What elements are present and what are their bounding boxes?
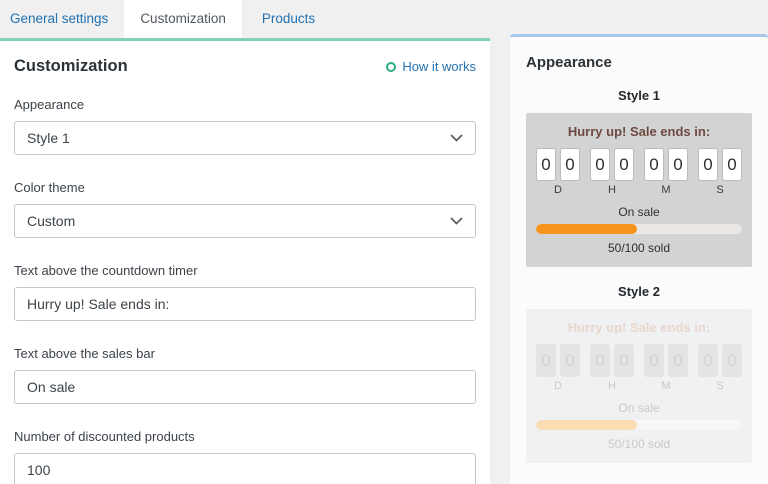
- digit-box: 0: [698, 344, 718, 377]
- countdown-digits: 0 0 D 0 0 H 0 0 M: [536, 148, 742, 196]
- how-it-works-label: How it works: [402, 59, 476, 74]
- chevron-down-icon: [450, 134, 463, 142]
- sales-progress-bar: [536, 420, 742, 430]
- digit-box: 0: [590, 148, 610, 181]
- sales-bar-text-label: Text above the sales bar: [14, 346, 476, 361]
- tab-products[interactable]: Products: [242, 0, 331, 38]
- days-unit-label: D: [536, 184, 580, 196]
- appearance-label: Appearance: [14, 97, 476, 112]
- color-theme-field-group: Color theme Custom: [14, 180, 476, 238]
- countdown-text-input[interactable]: [14, 287, 476, 321]
- how-it-works-link[interactable]: How it works: [386, 59, 476, 74]
- digit-box: 0: [668, 344, 688, 377]
- color-theme-select-value: Custom: [27, 213, 75, 229]
- digit-box: 0: [722, 344, 742, 377]
- customization-settings-panel: Customization How it works Appearance St…: [0, 38, 490, 484]
- minutes-unit-label: M: [644, 184, 688, 196]
- plugin-settings-screen: General settings Customization Products …: [0, 0, 768, 484]
- preview-countdown-text: Hurry up! Sale ends in:: [536, 320, 742, 335]
- digit-box: 0: [722, 148, 742, 181]
- countdown-digits: 0 0 D 0 0 H 0 0 M: [536, 344, 742, 392]
- countdown-text-field-group: Text above the countdown timer: [14, 263, 476, 321]
- hours-group: 0 0 H: [590, 344, 634, 392]
- digit-box: 0: [668, 148, 688, 181]
- hours-group: 0 0 H: [590, 148, 634, 196]
- style-1-title: Style 1: [526, 88, 752, 103]
- tab-general-settings[interactable]: General settings: [0, 0, 124, 38]
- chevron-down-icon: [450, 217, 463, 225]
- digit-box: 0: [614, 148, 634, 181]
- tab-bar: General settings Customization Products: [0, 0, 768, 38]
- preview-sold-text: 50/100 sold: [536, 241, 742, 255]
- days-group: 0 0 D: [536, 148, 580, 196]
- seconds-group: 0 0 S: [698, 344, 742, 392]
- appearance-preview-panel: Appearance Style 1 Hurry up! Sale ends i…: [510, 34, 768, 484]
- preview-sold-text: 50/100 sold: [536, 437, 742, 451]
- days-group: 0 0 D: [536, 344, 580, 392]
- help-ring-icon: [386, 62, 396, 72]
- color-theme-label: Color theme: [14, 180, 476, 195]
- color-theme-select[interactable]: Custom: [14, 204, 476, 238]
- preview-panel-title: Appearance: [526, 54, 752, 71]
- sales-bar-text-field-group: Text above the sales bar: [14, 346, 476, 404]
- digit-box: 0: [590, 344, 610, 377]
- page-title: Customization: [14, 57, 128, 76]
- digit-box: 0: [536, 344, 556, 377]
- style-1-preview: Hurry up! Sale ends in: 0 0 D 0 0 H: [526, 113, 752, 267]
- sales-progress-fill: [536, 420, 637, 430]
- style-2-title: Style 2: [526, 284, 752, 299]
- digit-box: 0: [644, 148, 664, 181]
- digit-box: 0: [698, 148, 718, 181]
- hours-unit-label: H: [590, 184, 634, 196]
- discounted-products-field-group: Number of discounted products: [14, 429, 476, 484]
- days-unit-label: D: [536, 380, 580, 392]
- appearance-field-group: Appearance Style 1: [14, 97, 476, 155]
- digit-box: 0: [644, 344, 664, 377]
- sales-bar-text-input[interactable]: [14, 370, 476, 404]
- digit-box: 0: [614, 344, 634, 377]
- seconds-group: 0 0 S: [698, 148, 742, 196]
- style-2-preview: Hurry up! Sale ends in: 0 0 D 0 0 H: [526, 309, 752, 463]
- appearance-select-value: Style 1: [27, 130, 70, 146]
- preview-countdown-text: Hurry up! Sale ends in:: [536, 124, 742, 139]
- preview-sale-text: On sale: [536, 205, 742, 219]
- discounted-products-label: Number of discounted products: [14, 429, 476, 444]
- sales-progress-fill: [536, 224, 637, 234]
- hours-unit-label: H: [590, 380, 634, 392]
- tab-customization[interactable]: Customization: [124, 0, 242, 38]
- minutes-group: 0 0 M: [644, 148, 688, 196]
- panel-header: Customization How it works: [14, 57, 476, 76]
- discounted-products-input[interactable]: [14, 453, 476, 484]
- minutes-group: 0 0 M: [644, 344, 688, 392]
- digit-box: 0: [560, 148, 580, 181]
- digit-box: 0: [536, 148, 556, 181]
- seconds-unit-label: S: [698, 184, 742, 196]
- sales-progress-bar: [536, 224, 742, 234]
- appearance-select[interactable]: Style 1: [14, 121, 476, 155]
- digit-box: 0: [560, 344, 580, 377]
- countdown-text-label: Text above the countdown timer: [14, 263, 476, 278]
- preview-sale-text: On sale: [536, 401, 742, 415]
- seconds-unit-label: S: [698, 380, 742, 392]
- minutes-unit-label: M: [644, 380, 688, 392]
